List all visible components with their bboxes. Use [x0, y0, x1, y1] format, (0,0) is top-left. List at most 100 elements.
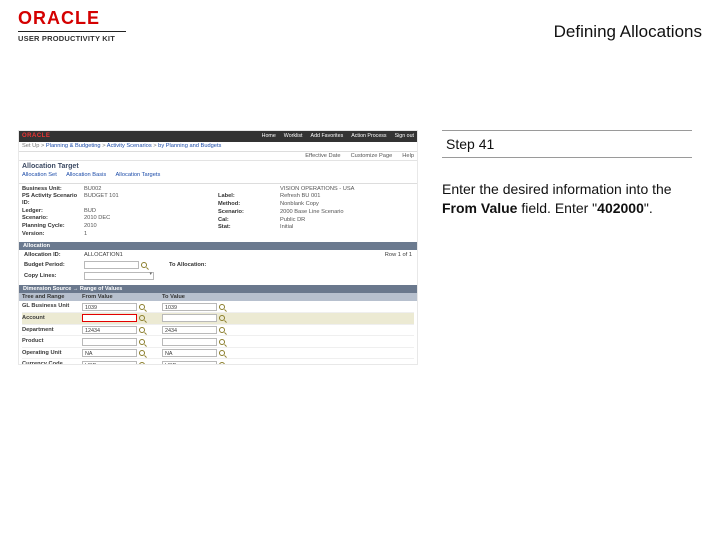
- lookup-icon[interactable]: [219, 339, 225, 345]
- topmenu-item[interactable]: Home: [262, 133, 276, 139]
- to-value-input[interactable]: 2434: [162, 326, 217, 334]
- topmenu-item[interactable]: Add Favorites: [311, 133, 344, 139]
- info-columns: Business Unit:BU002PS Activity Scenario …: [19, 186, 417, 239]
- lookup-icon[interactable]: [139, 362, 145, 365]
- instruction-panel: Step 41 Enter the desired information in…: [442, 130, 692, 218]
- info-value: Initial: [280, 224, 293, 231]
- info-label: Ledger:: [22, 208, 84, 215]
- shot-toolbar: Effective Date Customize Page Help: [19, 152, 417, 162]
- app-screenshot: ORACLE Home Worklist Add Favorites Actio…: [18, 130, 418, 365]
- info-label: Planning Cycle:: [22, 223, 84, 230]
- grid-row-name: Department: [22, 327, 82, 334]
- lookup-icon[interactable]: [139, 350, 145, 356]
- from-value-input[interactable]: 1039: [82, 303, 137, 311]
- info-label: Scenario:: [22, 215, 84, 222]
- info-value: Refresh BU 001: [280, 193, 320, 200]
- col-to-value: To Value: [162, 294, 242, 301]
- grid-row-name: GL Business Unit: [22, 303, 82, 310]
- sublink[interactable]: Allocation Targets: [116, 172, 161, 178]
- info-label: Business Unit:: [22, 186, 84, 193]
- breadcrumb-link[interactable]: Planning & Budgeting: [46, 143, 101, 149]
- lookup-icon[interactable]: [139, 304, 145, 310]
- from-value-input[interactable]: 12434: [82, 326, 137, 334]
- instruction-text: Enter the desired information into the F…: [442, 180, 692, 218]
- col-from-value: From Value: [82, 294, 162, 301]
- info-value: 1: [84, 231, 87, 238]
- grid-row: GL Business Unit10391039: [22, 301, 414, 313]
- instr-value: 402000: [597, 200, 644, 216]
- info-label: [218, 186, 280, 193]
- input-budget-period[interactable]: [84, 261, 139, 269]
- toolbar-item[interactable]: Help: [402, 153, 414, 160]
- logo-subtitle: USER PRODUCTIVITY KIT: [18, 31, 126, 43]
- grid-row-name: Operating Unit: [22, 350, 82, 357]
- from-value-input[interactable]: NA: [82, 349, 137, 357]
- step-label: Step 41: [442, 130, 692, 158]
- grid-body: GL Business Unit10391039AccountDepartmen…: [19, 301, 417, 365]
- from-value-input[interactable]: [82, 338, 137, 346]
- col-tree-range: Tree and Range: [22, 294, 82, 301]
- lookup-icon[interactable]: [219, 327, 225, 333]
- page-title: Allocation Target: [19, 161, 417, 171]
- lookup-icon[interactable]: [139, 339, 145, 345]
- lookup-icon[interactable]: [141, 262, 147, 268]
- info-label: Stat:: [218, 224, 280, 231]
- toolbar-item[interactable]: Customize Page: [351, 153, 393, 160]
- label-budget-period: Budget Period:: [24, 262, 84, 269]
- info-label: Version:: [22, 231, 84, 238]
- sublink[interactable]: Allocation Set: [22, 172, 57, 178]
- label-allocation-id: Allocation ID:: [24, 252, 84, 259]
- lookup-icon[interactable]: [139, 315, 145, 321]
- section-range: Dimension Source → Range of Values: [19, 285, 417, 293]
- from-value-input[interactable]: USD: [82, 361, 137, 365]
- logo-block: ORACLE USER PRODUCTIVITY KIT: [18, 8, 126, 43]
- breadcrumb-text: Set Up >: [22, 143, 44, 149]
- shot-brand: ORACLE: [22, 133, 50, 140]
- to-value-input[interactable]: [162, 338, 217, 346]
- grid-head: Tree and Range From Value To Value: [19, 293, 417, 302]
- grid-row: Product: [22, 336, 414, 348]
- value-allocation-id: ALLOCATION1: [84, 252, 123, 259]
- info-label: Cal:: [218, 217, 280, 224]
- breadcrumb: Set Up > Planning & Budgeting > Activity…: [19, 142, 417, 152]
- info-value: BU002: [84, 186, 101, 193]
- lookup-icon[interactable]: [219, 315, 225, 321]
- info-value: BUDGET 101: [84, 193, 119, 206]
- toolbar-item[interactable]: Effective Date: [305, 153, 340, 160]
- breadcrumb-link[interactable]: by Planning and Budgets: [158, 143, 221, 149]
- lookup-icon[interactable]: [139, 327, 145, 333]
- topmenu-item[interactable]: Sign out: [395, 133, 414, 139]
- info-label: PS Activity Scenario ID:: [22, 193, 84, 206]
- info-label: Method:: [218, 201, 280, 208]
- section-allocation: Allocation: [19, 242, 417, 250]
- page-header: ORACLE USER PRODUCTIVITY KIT Defining Al…: [0, 0, 720, 60]
- shot-topbar: ORACLE Home Worklist Add Favorites Actio…: [19, 131, 417, 142]
- to-value-input[interactable]: 1039: [162, 303, 217, 311]
- grid-row-name: Currency Code: [22, 361, 82, 365]
- info-label: Label:: [218, 193, 280, 200]
- to-value-input[interactable]: [162, 314, 217, 322]
- info-value: 2010 DEC: [84, 215, 110, 222]
- grid-row-name: Account: [22, 315, 82, 322]
- grid-row-name: Product: [22, 338, 82, 345]
- logo-oracle: ORACLE: [18, 8, 126, 29]
- instr-seg: field. Enter ": [517, 200, 597, 216]
- info-value: BUD: [84, 208, 96, 215]
- topmenu-item[interactable]: Action Process: [351, 133, 386, 139]
- to-value-input[interactable]: NA: [162, 349, 217, 357]
- instr-field-name: From Value: [442, 200, 517, 216]
- grid-row: Department12434 2434: [22, 325, 414, 337]
- select-copy-lines[interactable]: [84, 272, 154, 280]
- info-label: Scenario:: [218, 209, 280, 216]
- to-value-input[interactable]: USD: [162, 361, 217, 365]
- sublink[interactable]: Allocation Basis: [66, 172, 106, 178]
- topmenu-item[interactable]: Worklist: [284, 133, 303, 139]
- lookup-icon[interactable]: [219, 350, 225, 356]
- lookup-icon[interactable]: [219, 304, 225, 310]
- lookup-icon[interactable]: [219, 362, 225, 365]
- breadcrumb-link[interactable]: Activity Scenarios: [107, 143, 152, 149]
- label-copy-lines: Copy Lines:: [24, 273, 84, 280]
- info-value: VISION OPERATIONS - USA: [280, 186, 354, 193]
- grid-row: Account: [22, 313, 414, 325]
- from-value-input[interactable]: [82, 314, 137, 322]
